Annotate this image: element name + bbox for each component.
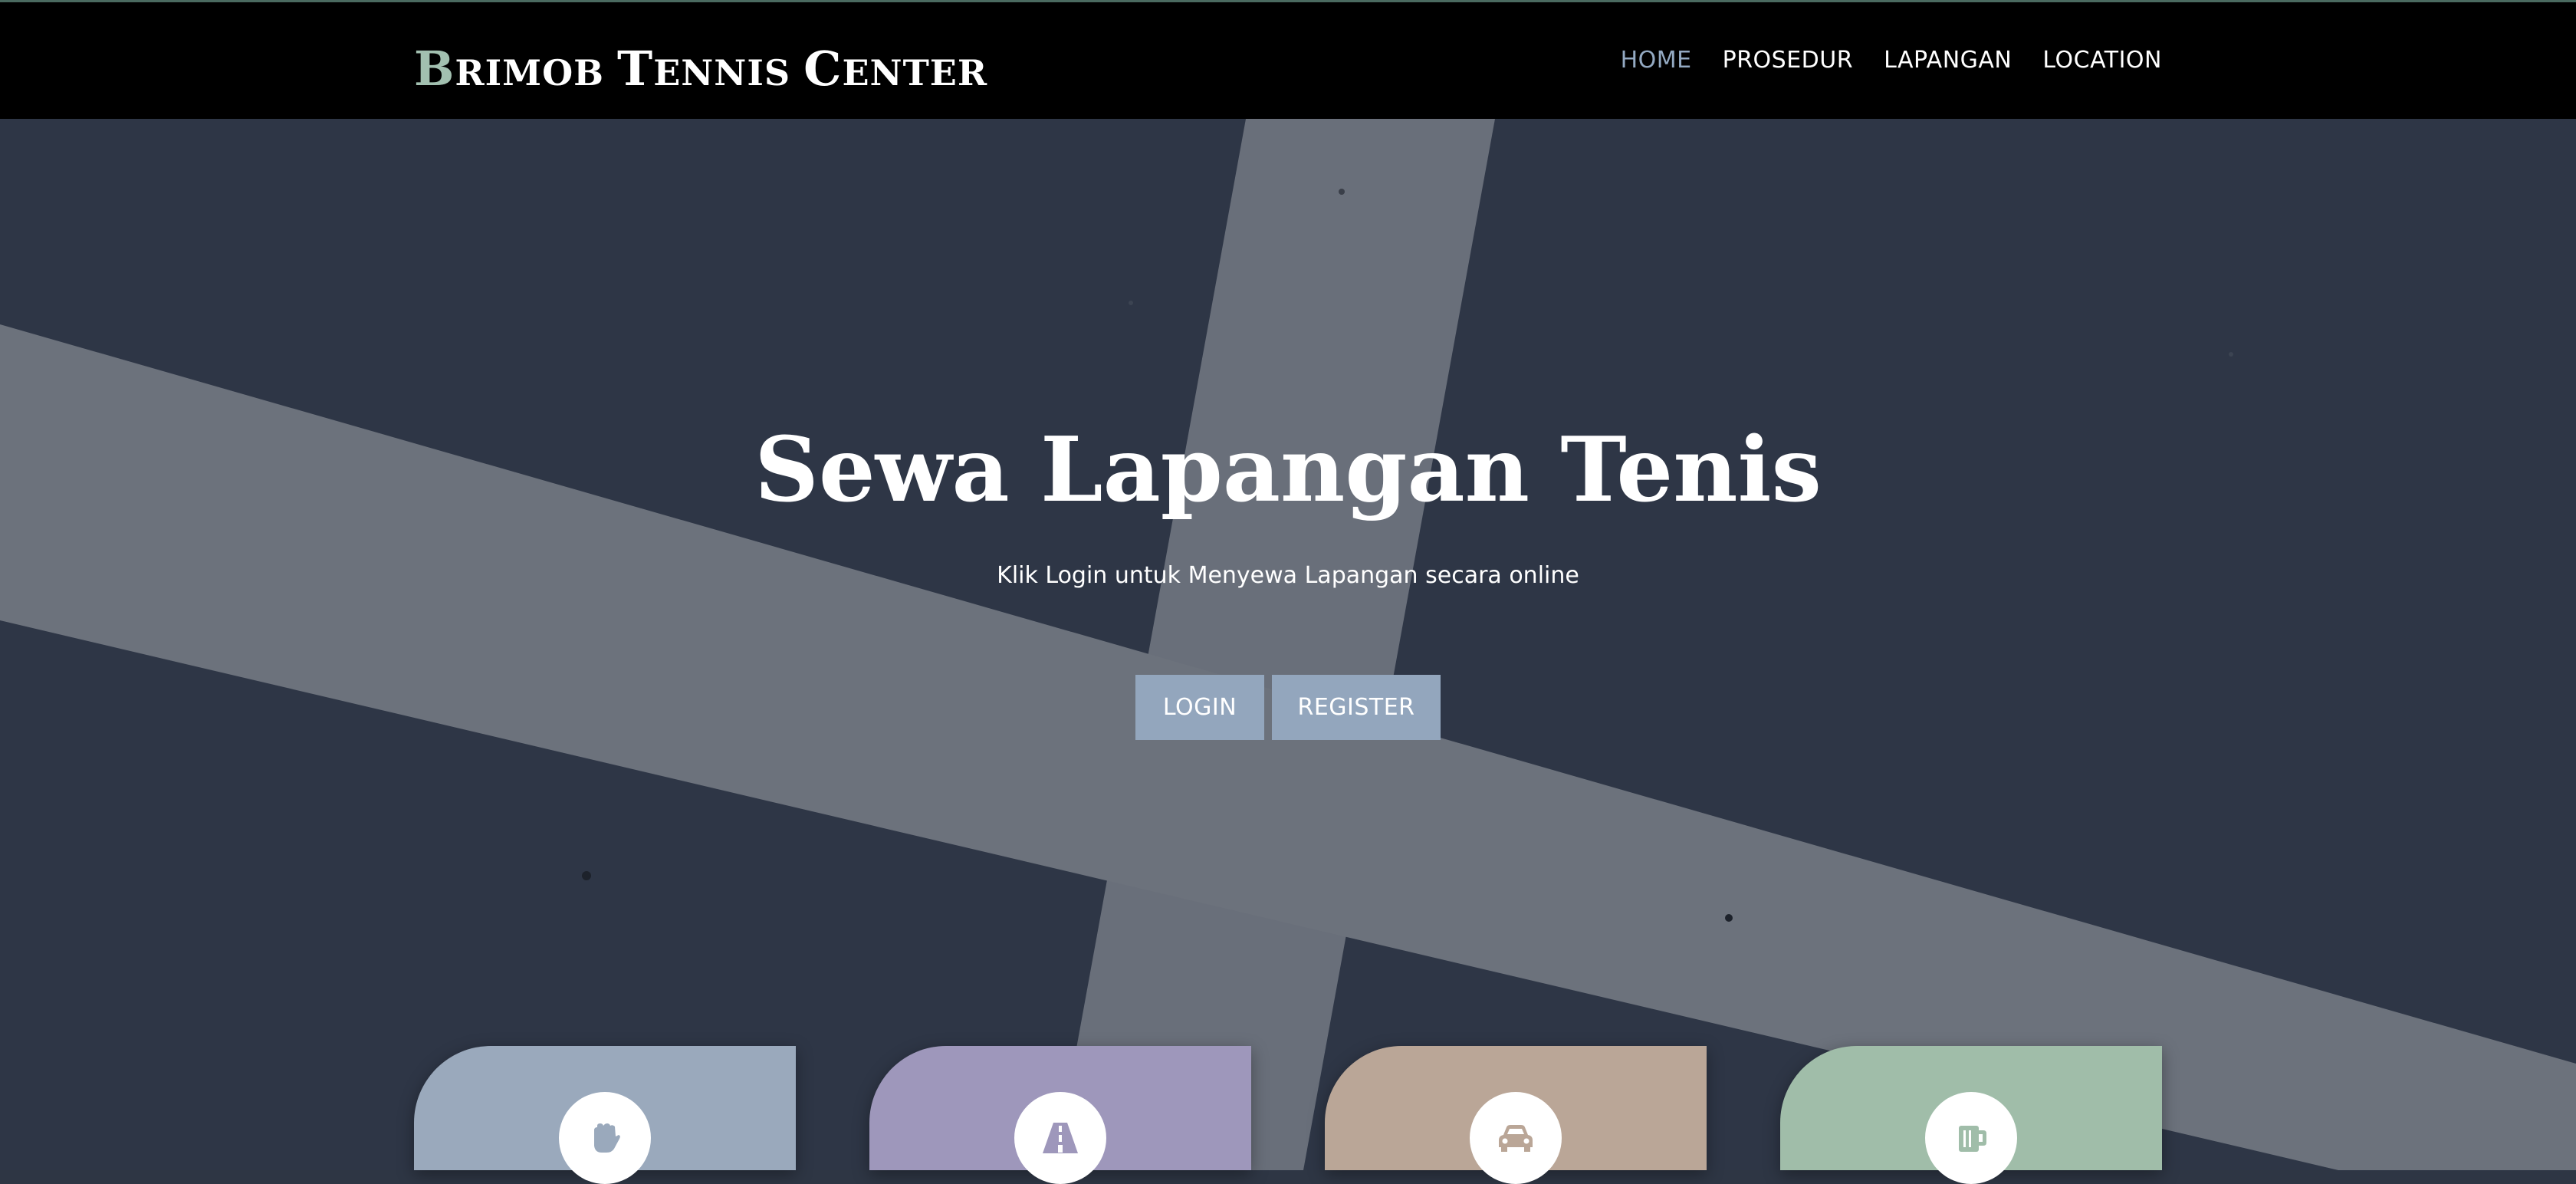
main-nav: HOME PROSEDUR LAPANGAN LOCATION <box>1621 47 2162 74</box>
brand-initial-b: B <box>414 41 455 97</box>
feature-card-1[interactable] <box>414 1046 796 1184</box>
mug-icon <box>1959 1126 1986 1152</box>
register-button[interactable]: REGISTER <box>1272 675 1441 740</box>
feature-icon-circle <box>1925 1092 2017 1184</box>
nav-location[interactable]: LOCATION <box>2042 47 2162 74</box>
feature-icon-circle <box>559 1092 651 1184</box>
feature-card-3[interactable] <box>1325 1046 1707 1184</box>
feature-card-2[interactable] <box>869 1046 1251 1184</box>
nav-home[interactable]: HOME <box>1621 47 1692 74</box>
nav-lapangan[interactable]: LAPANGAN <box>1884 47 2012 74</box>
brand-logo[interactable]: BRIMOB TENNIS CENTER <box>414 41 987 97</box>
brand-initial-t: T <box>617 41 654 97</box>
glove-icon <box>594 1123 620 1153</box>
road-icon <box>1043 1123 1078 1153</box>
car-icon <box>1499 1125 1533 1152</box>
court-lines-background <box>0 119 2576 1170</box>
brand-word-2: ENNIS <box>653 52 791 94</box>
login-button[interactable]: LOGIN <box>1135 675 1264 740</box>
brand-word-3: ENTER <box>842 52 988 94</box>
navbar: BRIMOB TENNIS CENTER HOME PROSEDUR LAPAN… <box>0 0 2576 119</box>
hero-subtitle: Klik Login untuk Menyewa Lapangan secara… <box>997 562 1579 589</box>
nav-prosedur[interactable]: PROSEDUR <box>1723 47 1853 74</box>
feature-icon-circle <box>1470 1092 1562 1184</box>
brand-initial-c: C <box>803 41 843 97</box>
feature-icon-circle <box>1014 1092 1106 1184</box>
feature-card-4[interactable] <box>1780 1046 2162 1184</box>
hero-section: Sewa Lapangan Tenis Klik Login untuk Men… <box>0 119 2576 1170</box>
brand-word-1: RIMOB <box>455 52 605 94</box>
hero-title: Sewa Lapangan Tenis <box>754 418 1822 522</box>
